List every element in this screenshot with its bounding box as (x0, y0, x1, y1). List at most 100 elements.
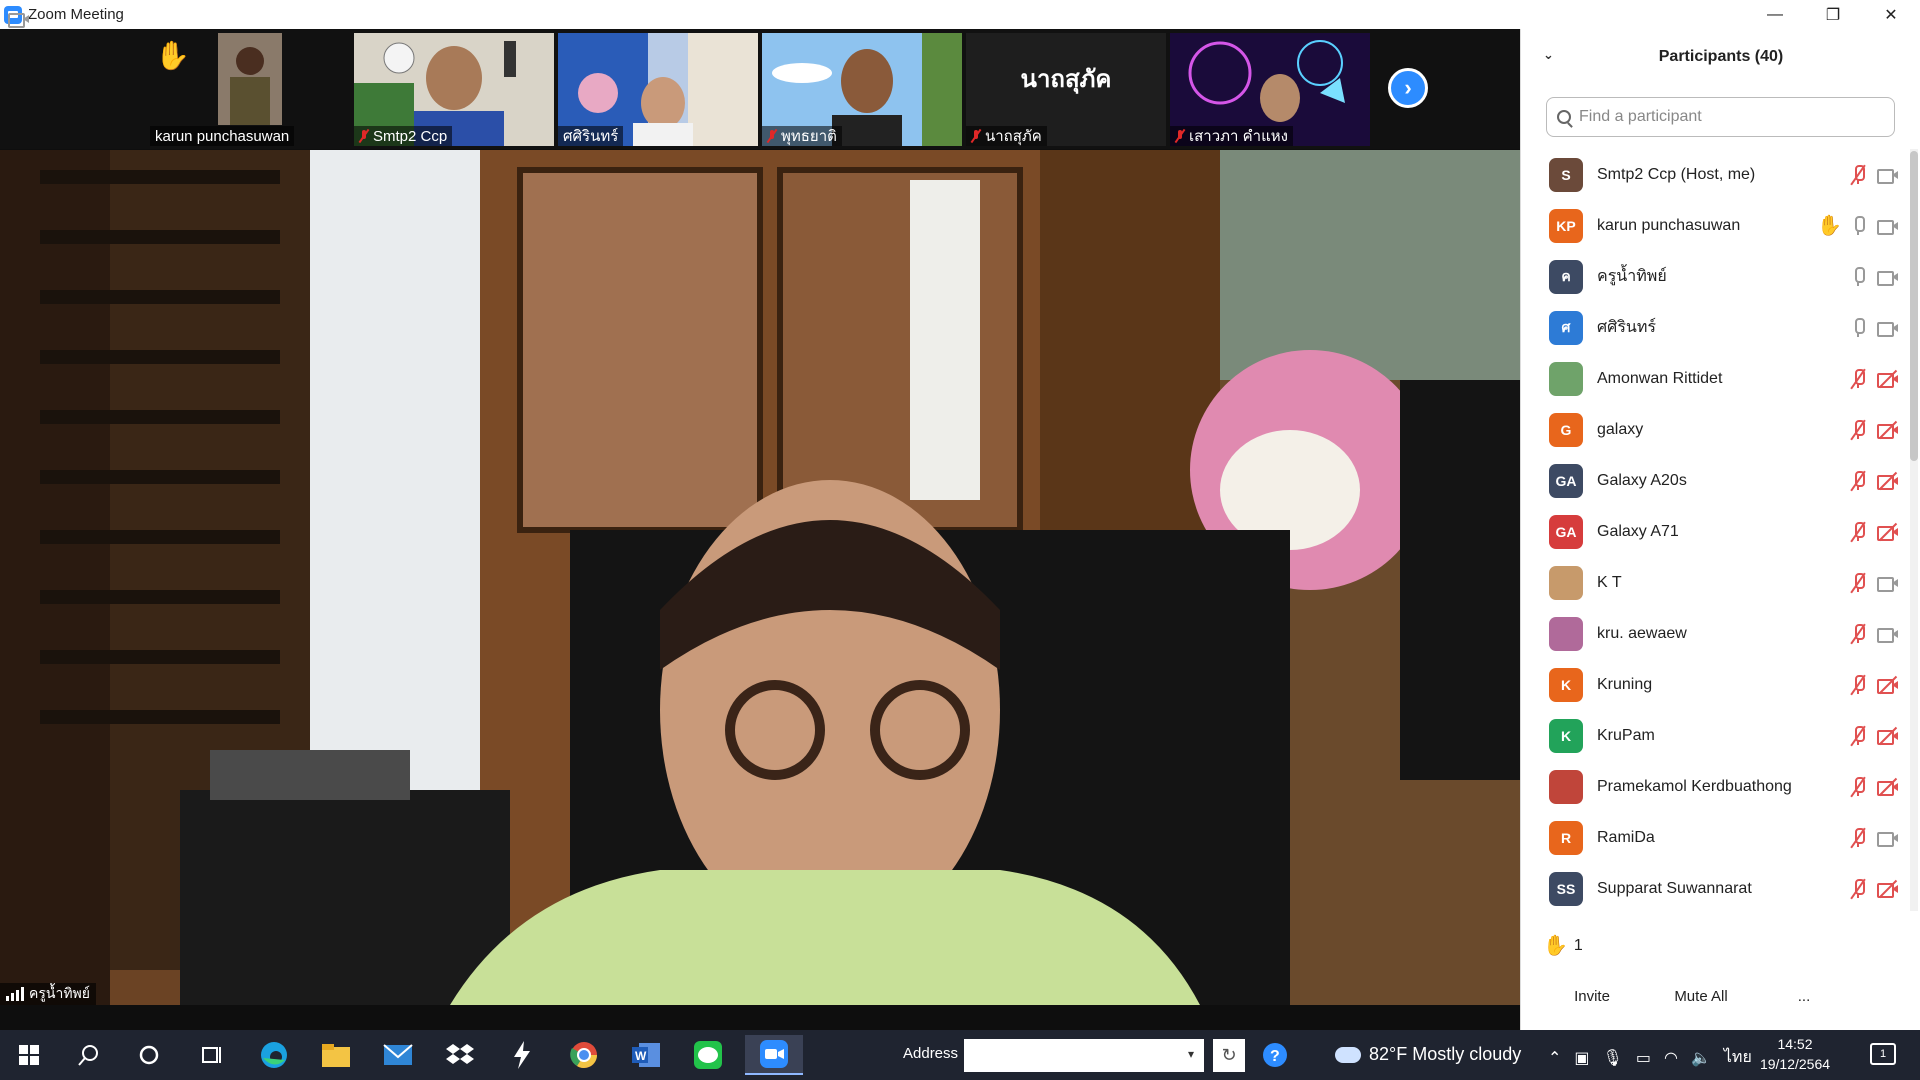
participant-row[interactable]: Amonwan Rittidet (1521, 353, 1909, 404)
video-off-icon[interactable] (1877, 522, 1899, 541)
wifi-icon[interactable]: ◠ (1664, 1048, 1678, 1068)
close-button[interactable]: ✕ (1862, 0, 1920, 29)
video-icon[interactable] (1877, 830, 1899, 847)
mic-muted-icon[interactable] (1849, 164, 1867, 186)
refresh-icon[interactable]: ↻ (1213, 1039, 1245, 1072)
address-input[interactable]: ▾ (964, 1039, 1204, 1072)
clock[interactable]: 14:52 19/12/2564 (1755, 1034, 1835, 1074)
video-tile[interactable]: ศศิรินทร์ (558, 33, 758, 146)
mic-muted-icon[interactable] (1849, 368, 1867, 390)
battery-icon[interactable]: ▭ (1636, 1048, 1651, 1068)
active-speaker-video: ครูน้ำทิพย์ (0, 150, 1520, 1005)
participant-row[interactable]: S Smtp2 Ccp (Host, me) (1521, 149, 1909, 200)
task-view-icon[interactable] (186, 1035, 236, 1075)
mic-icon[interactable] (1849, 266, 1867, 288)
video-icon[interactable] (1877, 320, 1899, 337)
next-page-button[interactable]: › (1388, 68, 1428, 108)
raised-hand-icon: ✋ (1817, 215, 1842, 237)
video-off-icon[interactable] (1877, 471, 1899, 490)
avatar: K (1549, 718, 1583, 753)
video-icon[interactable] (1877, 218, 1899, 235)
video-off-icon[interactable] (1877, 675, 1899, 694)
weather-widget[interactable]: 82°F Mostly cloudy (1335, 1044, 1521, 1065)
video-off-icon[interactable] (1877, 369, 1899, 388)
participant-row[interactable]: GA Galaxy A71 (1521, 506, 1909, 557)
video-off-icon[interactable] (1877, 879, 1899, 898)
video-tile[interactable]: พุทธยาติ (762, 33, 962, 146)
zoom-taskbar-icon[interactable] (745, 1035, 803, 1075)
invite-button[interactable]: Invite (1566, 979, 1618, 1013)
mic-muted-icon[interactable] (1849, 878, 1867, 900)
mic-muted-icon[interactable] (1849, 521, 1867, 543)
video-off-icon[interactable] (1877, 777, 1899, 796)
participant-row[interactable]: Pramekamol Kerdbuathong (1521, 761, 1909, 812)
device-icon[interactable]: ▣ (1574, 1048, 1589, 1068)
video-tile[interactable]: เสาวภา คำแหง (1170, 33, 1370, 146)
avatar: ค (1549, 259, 1583, 294)
participant-row[interactable]: K Kruning (1521, 659, 1909, 710)
mic-muted-icon[interactable] (1849, 623, 1867, 645)
muted-mic-icon (359, 129, 369, 143)
raised-hands-count[interactable]: ✋ 1 (1543, 933, 1583, 958)
app-bolt-icon[interactable] (497, 1035, 547, 1075)
tile-name: เสาวภา คำแหง (1170, 126, 1293, 146)
search-icon[interactable] (64, 1035, 114, 1075)
mail-icon[interactable] (373, 1035, 423, 1075)
mic-muted-icon[interactable] (1849, 827, 1867, 849)
more-options-button[interactable]: ... (1789, 979, 1819, 1013)
video-icon[interactable] (1877, 626, 1899, 643)
video-icon[interactable] (1877, 269, 1899, 286)
tile-name: karun punchasuwan (150, 126, 295, 146)
help-icon[interactable]: ? (1250, 1035, 1300, 1075)
video-icon[interactable] (1877, 575, 1899, 592)
word-icon[interactable]: W (621, 1035, 671, 1075)
mic-muted-icon[interactable] (1849, 572, 1867, 594)
avatar-photo (1549, 361, 1583, 396)
mic-muted-icon[interactable] (1849, 776, 1867, 798)
dropbox-icon[interactable] (435, 1035, 485, 1075)
maximize-button[interactable]: ❐ (1804, 0, 1862, 29)
video-off-icon[interactable] (1877, 420, 1899, 439)
volume-icon[interactable]: 🔈 (1691, 1048, 1711, 1068)
collapse-chevron-icon[interactable]: ⌄ (1543, 47, 1554, 63)
video-tile[interactable]: นาถสุภัค นาถสุภัค (966, 33, 1166, 146)
participant-row[interactable]: Ggalaxy (1521, 404, 1909, 455)
mic-icon[interactable] (1849, 317, 1867, 339)
muted-mic-icon (1175, 129, 1185, 143)
participant-row[interactable]: ค ครูน้ำทิพย์ (1521, 251, 1909, 302)
chrome-icon[interactable] (559, 1035, 609, 1075)
chevron-down-icon[interactable]: ▾ (1188, 1047, 1194, 1061)
participant-row[interactable]: KP karun punchasuwan ✋ (1521, 200, 1909, 251)
video-tile[interactable]: ✋ karun punchasuwan (150, 33, 350, 146)
participant-row[interactable]: K T (1521, 557, 1909, 608)
participant-row[interactable]: K KruPam (1521, 710, 1909, 761)
video-tile[interactable]: Smtp2 Ccp (354, 33, 554, 146)
microphone-icon[interactable]: 🎙 (1603, 1048, 1623, 1068)
video-off-icon[interactable] (1877, 726, 1899, 745)
participant-list-scrollbar[interactable] (1910, 149, 1918, 911)
chevron-up-icon[interactable]: ⌃ (1548, 1048, 1561, 1068)
video-icon[interactable] (1877, 167, 1899, 184)
participant-row[interactable]: R RamiDa (1521, 812, 1909, 863)
participant-row[interactable]: GA Galaxy A20s (1521, 455, 1909, 506)
minimize-button[interactable]: — (1746, 0, 1804, 29)
notification-center-icon[interactable]: 1 (1870, 1043, 1896, 1065)
participant-row[interactable]: kru. aewaew (1521, 608, 1909, 659)
mic-muted-icon[interactable] (1849, 470, 1867, 492)
line-app-icon[interactable] (683, 1035, 733, 1075)
participant-row[interactable]: ศ ศศิรินทร์ (1521, 302, 1909, 353)
mic-muted-icon[interactable] (1849, 419, 1867, 441)
mic-muted-icon[interactable] (1849, 674, 1867, 696)
mic-icon[interactable] (1849, 215, 1867, 237)
input-language[interactable]: ไทย (1724, 1045, 1752, 1070)
find-participant-input[interactable]: Find a participant (1546, 97, 1895, 137)
mic-muted-icon[interactable] (1849, 725, 1867, 747)
signal-strength-icon (6, 987, 24, 1001)
cortana-icon[interactable] (124, 1035, 174, 1075)
meeting-area: ✋ karun punchasuwan Smtp2 Ccp ศศิรินทร์ … (0, 29, 1520, 1030)
edge-browser-icon[interactable] (249, 1035, 299, 1075)
participant-row[interactable]: SS Supparat Suwannarat (1521, 863, 1909, 914)
mute-all-button[interactable]: Mute All (1661, 979, 1741, 1013)
start-windows-icon[interactable] (4, 1035, 54, 1075)
file-explorer-icon[interactable] (311, 1035, 361, 1075)
